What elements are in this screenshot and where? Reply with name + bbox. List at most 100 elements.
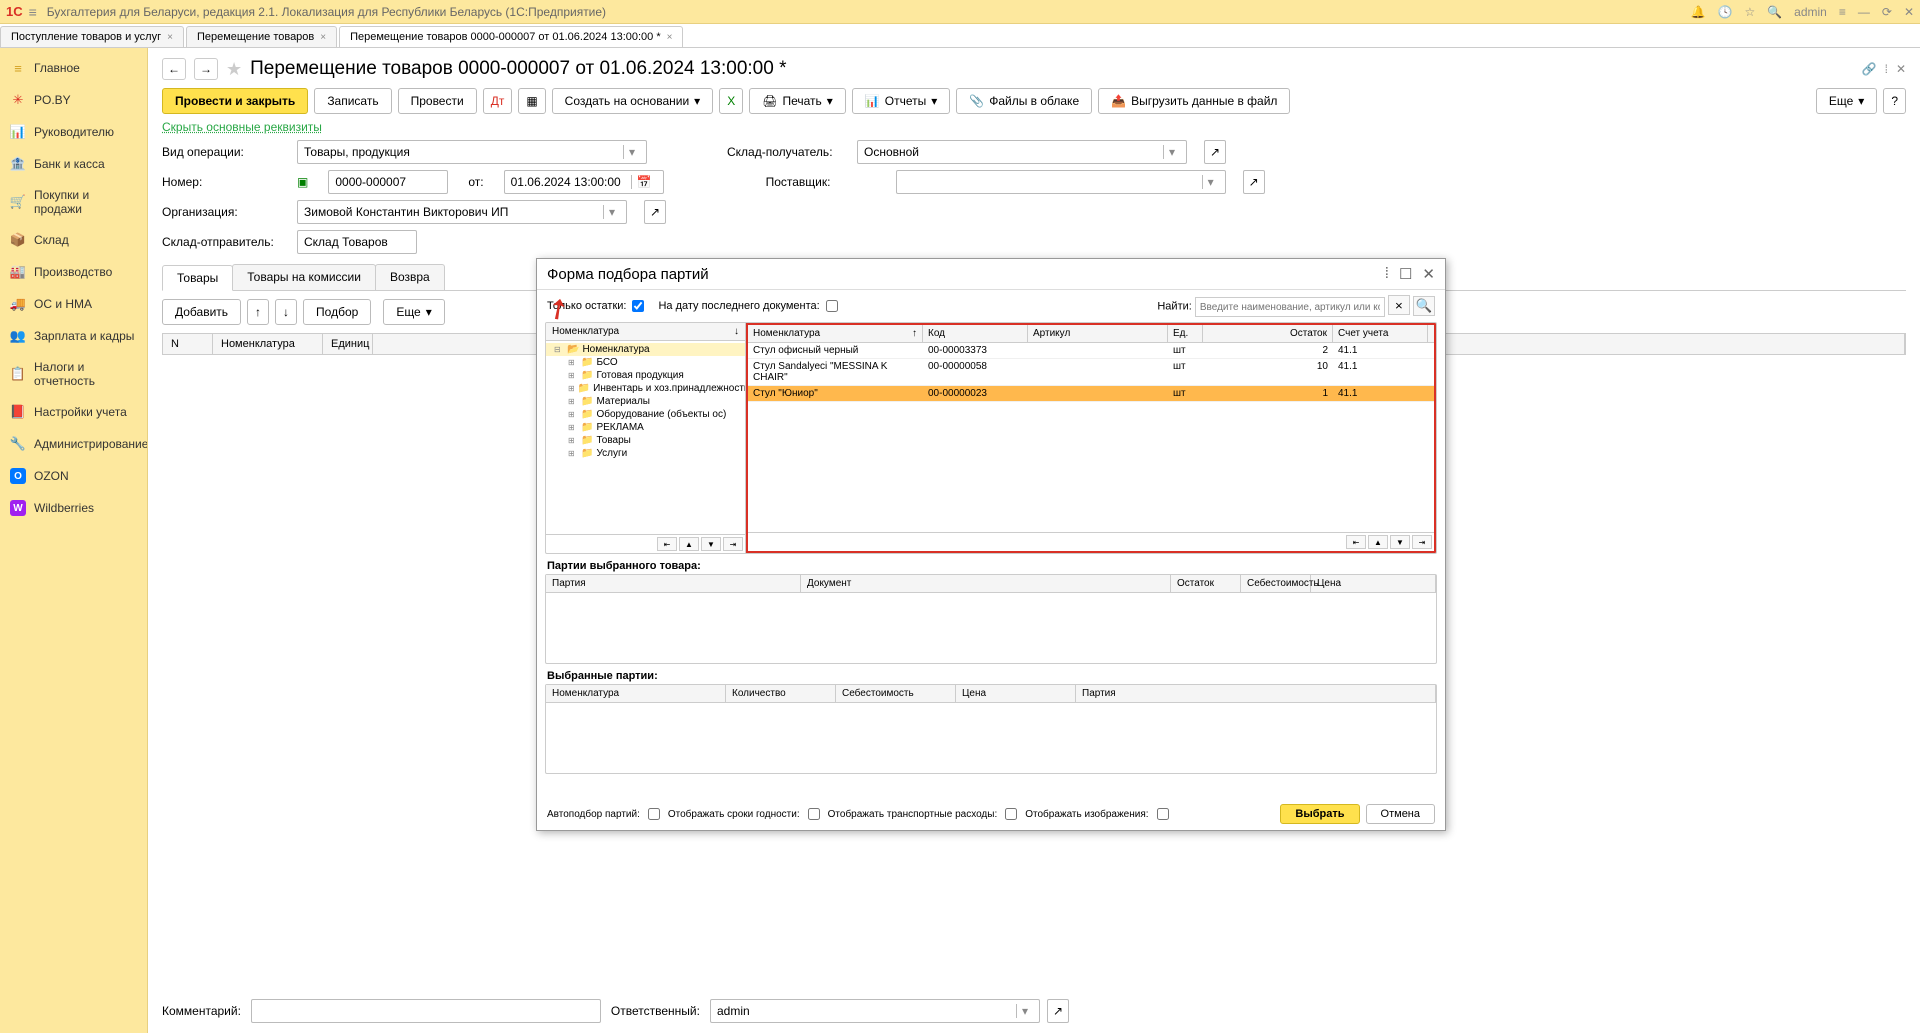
print-button[interactable]: 🖨 Печать ▾ [749, 88, 846, 114]
sidebar-item-hr[interactable]: 👥Зарплата и кадры [0, 320, 147, 352]
post-button[interactable]: Провести [398, 88, 477, 114]
selected-grid[interactable]: Номенклатура Количество Себестоимость Це… [545, 684, 1437, 774]
tree-item[interactable]: ⊟📂Номенклатура [546, 343, 745, 356]
sidebar-item-ozon[interactable]: OOZON [0, 460, 147, 492]
sidebar-item-production[interactable]: 🏭Производство [0, 256, 147, 288]
dt-kt-icon[interactable]: Дт [483, 88, 513, 114]
tab-commission[interactable]: Товары на комиссии [232, 264, 376, 290]
search-button[interactable]: 🔍 [1413, 296, 1435, 316]
nav-down-button[interactable]: ▼ [701, 537, 721, 551]
sidebar-item-admin[interactable]: 🔧Администрирование [0, 428, 147, 460]
item-row[interactable]: Стул "Юниор"00-00000023шт141.1 [748, 386, 1434, 402]
batches-grid[interactable]: Партия Документ Остаток Себестоимость Це… [545, 574, 1437, 664]
open-ref-icon[interactable]: ↗ [1204, 140, 1226, 164]
restore-icon[interactable]: ⟳ [1882, 5, 1892, 19]
open-ref-icon[interactable]: ↗ [1243, 170, 1265, 194]
nav-last-button[interactable]: ⇥ [723, 537, 743, 551]
nav-up-button[interactable]: ▲ [679, 537, 699, 551]
discuss-icon[interactable]: ⁞ [1885, 62, 1888, 76]
supplier-select[interactable]: ▾ [896, 170, 1226, 194]
tab-transfer-list[interactable]: Перемещение товаров× [186, 26, 337, 47]
nav-up-button[interactable]: ▲ [1368, 535, 1388, 549]
transport-checkbox[interactable] [1005, 808, 1017, 820]
tree-item[interactable]: ⊞📁Материалы [546, 395, 745, 408]
last-doc-date-checkbox[interactable] [826, 300, 838, 312]
menu-icon[interactable]: ≡ [29, 4, 37, 20]
files-button[interactable]: 📎 Файлы в облаке [956, 88, 1092, 114]
close-icon[interactable]: × [167, 32, 173, 43]
sidebar-item-tax[interactable]: 📋Налоги и отчетность [0, 352, 147, 396]
tree-item[interactable]: ⊞📁БСО [546, 356, 745, 369]
sidebar-item-settings[interactable]: 📕Настройки учета [0, 396, 147, 428]
history-icon[interactable]: 🕓 [1718, 5, 1733, 19]
sidebar-item-warehouse[interactable]: 📦Склад [0, 224, 147, 256]
modal-max-icon[interactable]: ☐ [1399, 265, 1412, 283]
excel-icon[interactable]: X [719, 88, 743, 114]
tab-transfer-doc[interactable]: Перемещение товаров 0000-000007 от 01.06… [339, 26, 683, 47]
only-balance-checkbox[interactable] [632, 300, 644, 312]
export-button[interactable]: 📤 Выгрузить данные в файл [1098, 88, 1290, 114]
favorite-icon[interactable]: ★ [226, 59, 242, 80]
tab-goods[interactable]: Товары [162, 265, 233, 291]
move-up-button[interactable]: ↑ [247, 299, 269, 325]
post-close-button[interactable]: Провести и закрыть [162, 88, 308, 114]
from-wh-select[interactable]: Склад Товаров [297, 230, 417, 254]
tree-item[interactable]: ⊞📁Инвентарь и хоз.принадлежности [546, 382, 745, 395]
sidebar-item-poby[interactable]: ✳PO.BY [0, 84, 147, 116]
resp-select[interactable]: admin▾ [710, 999, 1040, 1023]
nav-first-button[interactable]: ⇤ [657, 537, 677, 551]
tab-return[interactable]: Возвра [375, 264, 445, 290]
open-ref-icon[interactable]: ↗ [644, 200, 666, 224]
back-button[interactable]: ← [162, 58, 186, 80]
sidebar-item-bank[interactable]: 🏦Банк и касса [0, 148, 147, 180]
select-button[interactable]: Выбрать [1280, 804, 1359, 824]
tree-item[interactable]: ⊞📁Готовая продукция [546, 369, 745, 382]
add-button[interactable]: Добавить [162, 299, 241, 325]
more-button[interactable]: Еще ▾ [1816, 88, 1877, 114]
comment-input[interactable] [251, 999, 601, 1023]
tree-item[interactable]: ⊞📁Услуги [546, 447, 745, 460]
grid-more-button[interactable]: Еще ▾ [383, 299, 444, 325]
expiry-checkbox[interactable] [808, 808, 820, 820]
op-type-select[interactable]: Товары, продукция▾ [297, 140, 647, 164]
structure-icon[interactable]: ▦ [518, 88, 545, 114]
sidebar-item-wildberries[interactable]: WWildberries [0, 492, 147, 524]
user-label[interactable]: admin [1794, 5, 1827, 19]
tree-item[interactable]: ⊞📁Товары [546, 434, 745, 447]
pick-button[interactable]: Подбор [303, 299, 371, 325]
star-icon[interactable]: ☆ [1744, 5, 1755, 19]
item-row[interactable]: Стул Sandalyeci "MESSINA K CHAIR"00-0000… [748, 359, 1434, 386]
minimize-icon[interactable]: — [1858, 5, 1870, 19]
save-button[interactable]: Записать [314, 88, 391, 114]
date-input[interactable]: 01.06.2024 13:00:00📅 [504, 170, 664, 194]
item-row[interactable]: Стул офисный черный00-00003373шт241.1 [748, 343, 1434, 359]
tab-receipt[interactable]: Поступление товаров и услуг× [0, 26, 184, 47]
close-doc-icon[interactable]: ✕ [1896, 62, 1906, 76]
cancel-button[interactable]: Отмена [1366, 804, 1435, 824]
settings-icon[interactable]: ≡ [1839, 5, 1846, 19]
move-down-button[interactable]: ↓ [275, 299, 297, 325]
close-icon[interactable]: × [320, 32, 326, 43]
nav-last-button[interactable]: ⇥ [1412, 535, 1432, 549]
sidebar-item-sales[interactable]: 🛒Покупки и продажи [0, 180, 147, 224]
modal-close-icon[interactable]: ✕ [1422, 265, 1435, 283]
tree-item[interactable]: ⊞📁РЕКЛАМА [546, 421, 745, 434]
sidebar-item-assets[interactable]: 🚚ОС и НМА [0, 288, 147, 320]
open-ref-icon[interactable]: ↗ [1047, 999, 1069, 1023]
nav-down-button[interactable]: ▼ [1390, 535, 1410, 549]
search-clear-button[interactable]: × [1388, 295, 1410, 315]
search-icon[interactable]: 🔍 [1767, 5, 1782, 19]
create-based-button[interactable]: Создать на основании ▾ [552, 88, 714, 114]
auto-checkbox[interactable] [648, 808, 660, 820]
reports-button[interactable]: 📊 Отчеты ▾ [852, 88, 950, 114]
close-icon[interactable]: × [667, 32, 673, 43]
search-input[interactable] [1195, 297, 1385, 317]
images-checkbox[interactable] [1157, 808, 1169, 820]
link-icon[interactable]: 🔗 [1862, 62, 1877, 76]
to-wh-select[interactable]: Основной▾ [857, 140, 1187, 164]
hide-details-link[interactable]: Скрыть основные реквизиты [162, 120, 322, 134]
org-select[interactable]: Зимовой Константин Викторович ИП▾ [297, 200, 627, 224]
tree-item[interactable]: ⊞📁Оборудование (объекты ос) [546, 408, 745, 421]
sidebar-item-manager[interactable]: 📊Руководителю [0, 116, 147, 148]
help-button[interactable]: ? [1883, 88, 1906, 114]
